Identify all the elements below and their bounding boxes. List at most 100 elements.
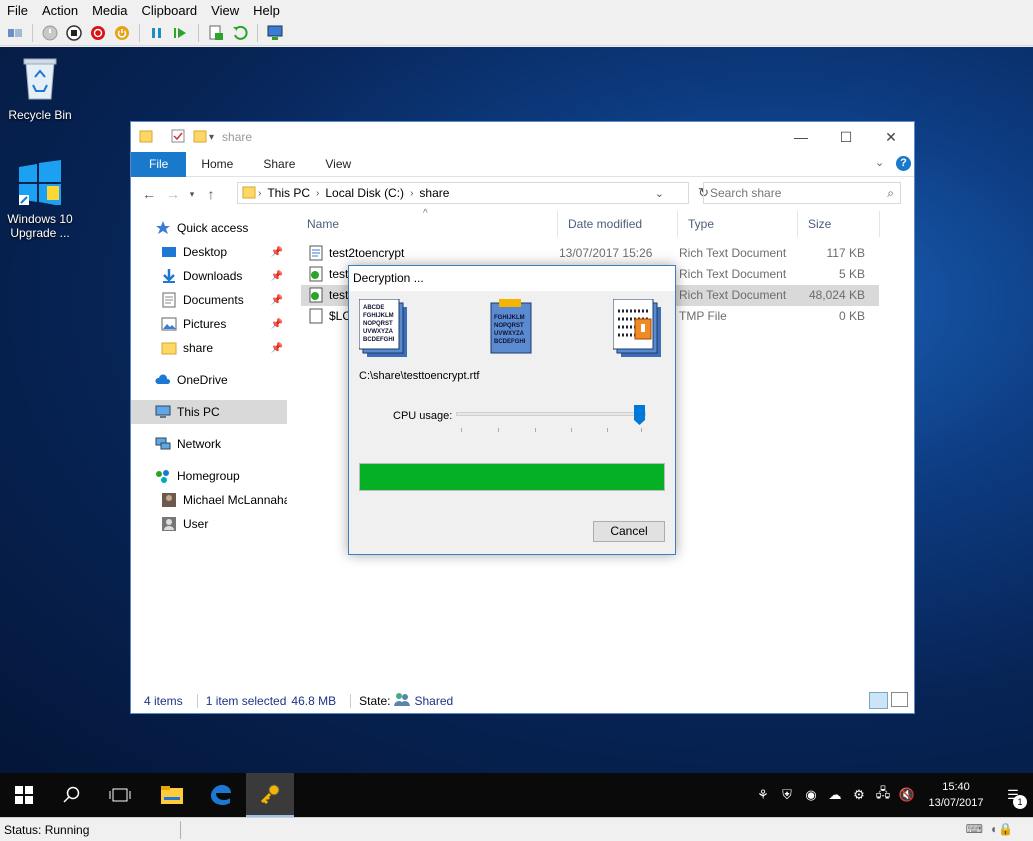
pin-icon[interactable]: 📌 — [271, 319, 283, 330]
sidebar-item-network[interactable]: Network — [131, 432, 287, 456]
sidebar-item-label: Quick access — [177, 221, 249, 235]
menu-view[interactable]: View — [204, 3, 246, 18]
turn-off-icon[interactable] — [63, 22, 85, 44]
clock[interactable]: 15:40 13/07/2017 — [919, 779, 993, 811]
sidebar-item-documents[interactable]: Documents 📌 — [131, 288, 287, 312]
search-placeholder: Search share — [710, 186, 782, 200]
cpu-usage-slider[interactable] — [456, 405, 646, 425]
menu-help[interactable]: Help — [246, 3, 287, 18]
pin-icon[interactable]: 📌 — [271, 343, 283, 354]
slider-thumb[interactable] — [634, 405, 645, 425]
status-size: 46.8 MB — [291, 693, 337, 708]
menu-action[interactable]: Action — [35, 3, 85, 18]
sidebar-item-downloads[interactable]: Downloads 📌 — [131, 264, 287, 288]
pin-icon[interactable]: 📌 — [271, 247, 283, 258]
revert-icon[interactable] — [229, 22, 251, 44]
back-icon[interactable]: ← — [137, 186, 161, 202]
network-tray-icon[interactable]: 🖧 — [871, 773, 895, 817]
close-icon[interactable]: ✕ — [868, 122, 914, 152]
start-button[interactable] — [0, 773, 48, 817]
sidebar-item-label: Downloads — [183, 269, 243, 283]
search-input[interactable]: Search share ⌕ — [703, 182, 901, 204]
tab-view[interactable]: View — [310, 152, 366, 177]
action-center-icon[interactable]: ☰ 1 — [993, 773, 1033, 817]
breadcrumb-local-disk[interactable]: Local Disk (C:) — [325, 186, 404, 200]
recent-locations-icon[interactable]: ▾ — [185, 189, 199, 200]
tab-share[interactable]: Share — [248, 152, 310, 177]
menu-media[interactable]: Media — [85, 3, 134, 18]
pause-icon[interactable] — [146, 22, 168, 44]
tab-home[interactable]: Home — [186, 152, 248, 177]
desktop-icon-windows10-upgrade[interactable]: Windows 10 Upgrade ... — [0, 159, 80, 240]
sidebar-item-desktop[interactable]: Desktop 📌 — [131, 240, 287, 264]
properties-icon[interactable] — [171, 129, 185, 146]
menu-file[interactable]: File — [0, 3, 35, 18]
sidebar-item-this-pc[interactable]: This PC — [131, 400, 287, 424]
tab-file[interactable]: File — [131, 151, 187, 177]
desktop-icon-recycle-bin[interactable]: Recycle Bin — [0, 55, 80, 122]
column-header-type[interactable]: Type — [678, 211, 798, 237]
up-icon[interactable]: ↑ — [199, 186, 223, 202]
sidebar-item-share[interactable]: share 📌 — [131, 336, 287, 360]
sidebar-item-user[interactable]: User — [131, 512, 287, 536]
sidebar-item-michael[interactable]: Michael McLannaha — [131, 488, 287, 512]
task-view-button[interactable] — [96, 773, 144, 817]
globe-icon[interactable]: ◉ — [799, 773, 823, 817]
folder-icon — [161, 340, 177, 356]
file-row[interactable]: test2toencrypt 13/07/2017 15:26 Rich Tex… — [301, 243, 879, 264]
column-header-name[interactable]: Name ^ — [297, 208, 558, 237]
enhanced-session-icon[interactable] — [264, 22, 286, 44]
chevron-right-icon: › — [410, 187, 414, 199]
resume-icon[interactable] — [170, 22, 192, 44]
file-date: 13/07/2017 15:26 — [559, 246, 653, 260]
breadcrumb-share[interactable]: share — [419, 186, 449, 200]
volume-muted-icon[interactable]: 🔇 — [895, 773, 919, 817]
large-icons-view-icon[interactable] — [891, 692, 908, 707]
windows10-upgrade-icon — [0, 159, 80, 208]
settings-tray-icon[interactable]: ⚙ — [847, 773, 871, 817]
power-icon[interactable] — [111, 22, 133, 44]
ctrl-alt-del-icon[interactable] — [4, 22, 26, 44]
new-folder-icon[interactable] — [193, 129, 207, 146]
progress-fill — [360, 464, 664, 490]
address-bar[interactable]: › This PC › Local Disk (C:) › share ⌄ ↻ — [237, 182, 709, 204]
people-tray-icon[interactable]: ⚘ — [751, 773, 775, 817]
forward-icon[interactable]: → — [161, 186, 185, 202]
encrypted-document-icon — [613, 299, 661, 357]
sidebar-item-homegroup[interactable]: Homegroup — [131, 464, 287, 488]
sidebar-item-onedrive[interactable]: OneDrive — [131, 368, 287, 392]
breadcrumb-this-pc[interactable]: This PC — [267, 186, 310, 200]
onedrive-tray-icon[interactable]: ☁ — [823, 773, 847, 817]
details-view-icon[interactable] — [869, 692, 888, 709]
search-button[interactable] — [48, 773, 96, 817]
help-icon[interactable]: ? — [896, 156, 911, 171]
sidebar-item-pictures[interactable]: Pictures 📌 — [131, 312, 287, 336]
status-divider — [350, 693, 352, 708]
taskbar-file-explorer[interactable] — [148, 773, 196, 817]
file-name: test — [329, 288, 349, 302]
maximize-icon[interactable]: ☐ — [823, 122, 869, 152]
start-icon[interactable] — [39, 22, 61, 44]
doc-text-line: NOPQRST — [363, 321, 393, 327]
slider-tick — [641, 428, 642, 432]
sidebar-item-quick-access[interactable]: Quick access — [131, 216, 287, 240]
minimize-icon[interactable]: — — [778, 122, 824, 152]
shield-icon[interactable]: ⛨ — [775, 773, 799, 817]
chevron-down-icon[interactable]: ⌄ — [655, 187, 664, 200]
toolbar-separator — [139, 23, 140, 42]
menu-clipboard[interactable]: Clipboard — [135, 3, 205, 18]
pin-icon[interactable]: 📌 — [271, 271, 283, 282]
shutdown-icon[interactable] — [87, 22, 109, 44]
customize-qat-icon[interactable]: ▾ — [209, 132, 214, 143]
toolbar-separator — [198, 23, 199, 42]
column-header-date[interactable]: Date modified — [558, 211, 678, 237]
expand-ribbon-icon[interactable]: ⌄ — [875, 156, 884, 169]
taskbar-edge[interactable] — [196, 773, 244, 817]
file-type: Rich Text Document — [679, 288, 787, 302]
pin-icon[interactable]: 📌 — [271, 295, 283, 306]
column-header-size[interactable]: Size — [798, 211, 880, 237]
checkpoint-icon[interactable] — [205, 22, 227, 44]
taskbar-decryption-app[interactable] — [246, 773, 294, 817]
host-toolbar — [0, 20, 1033, 46]
cancel-button[interactable]: Cancel — [593, 521, 665, 542]
